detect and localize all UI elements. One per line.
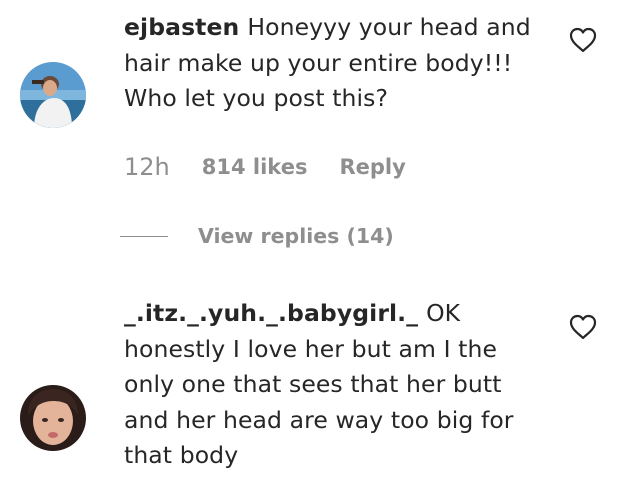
comment-body: _.itz._.yuh._.babygirl._ OK honestly I lo… (124, 296, 564, 474)
avatar-photo (20, 385, 86, 451)
comment-item: _.itz._.yuh._.babygirl._ OK honestly I lo… (0, 0, 632, 498)
avatar[interactable] (20, 385, 86, 451)
comment-username[interactable]: _.itz._.yuh._.babygirl._ (124, 299, 418, 327)
heart-icon[interactable] (568, 313, 598, 341)
